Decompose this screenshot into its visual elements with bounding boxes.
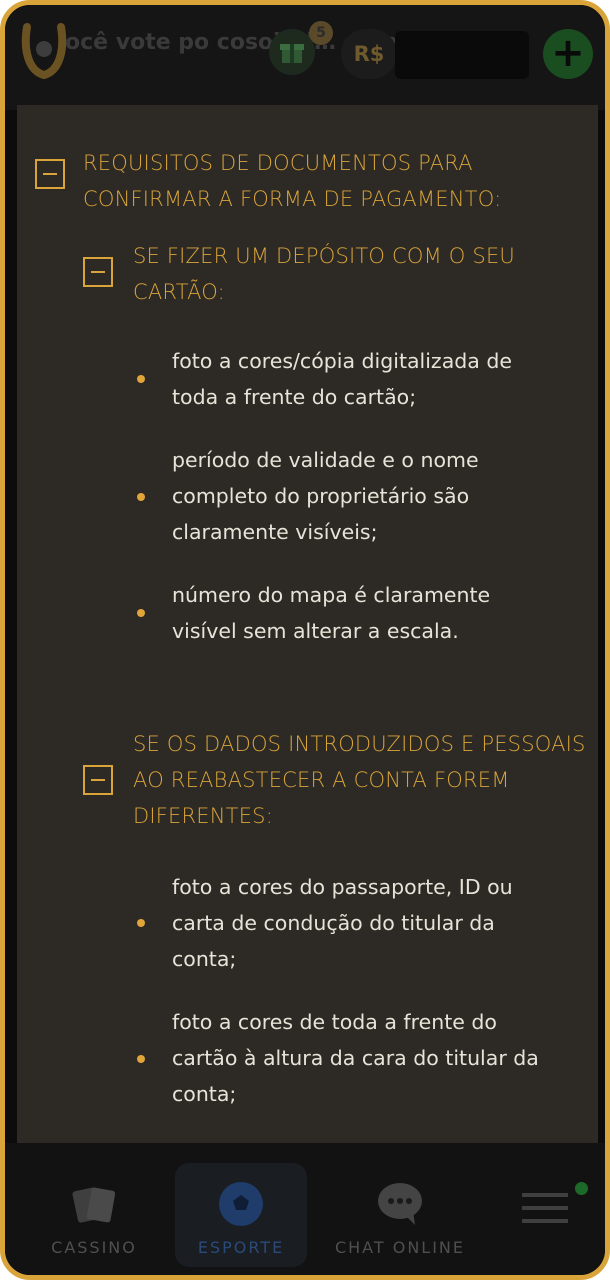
different-data-heading: SE OS DADOS INTRODUZIDOS E PESSOAIS AO R… — [133, 732, 586, 828]
document-requirements-panel: REQUISITOS DE DOCUMENTOS PARA CONFIRMAR … — [17, 105, 598, 1145]
currency-selector[interactable]: R$ — [341, 29, 397, 79]
menu-icon — [522, 1193, 568, 1223]
app-header: ocê vote po cosoiarl… ou passaporte, ID … — [5, 5, 605, 110]
gift-icon — [280, 44, 304, 63]
gift-button[interactable] — [269, 29, 315, 75]
soccer-ball-icon — [219, 1182, 263, 1226]
minus-square-icon[interactable] — [83, 765, 113, 795]
phone-frame: ocê vote po cosoiarl… ou passaporte, ID … — [0, 0, 610, 1280]
cards-icon — [72, 1187, 116, 1223]
bullet — [137, 375, 145, 383]
nav-chat[interactable]: CHAT ONLINE — [325, 1163, 475, 1267]
plus-icon: + — [551, 30, 585, 76]
bullet — [137, 493, 145, 501]
list-item: foto a cores/cópia digitalizada de toda … — [172, 349, 512, 409]
list-item: foto a cores do passaporte, ID ou carta … — [172, 875, 513, 971]
minus-square-icon[interactable] — [83, 257, 113, 287]
gift-count-badge: 5 — [309, 21, 333, 45]
minus-square-icon[interactable] — [35, 159, 65, 189]
nav-casino[interactable]: CASSINO — [19, 1163, 169, 1267]
bullet — [137, 1055, 145, 1063]
nav-menu[interactable] — [505, 1163, 585, 1267]
section-title: REQUISITOS DE DOCUMENTOS PARA CONFIRMAR … — [83, 151, 502, 211]
list-item: foto a cores de toda a frente do cartão … — [172, 1010, 539, 1106]
bottom-navigation: CASSINO ESPORTE CHAT ONLINE — [5, 1143, 605, 1275]
list-item: período de validade e o nome completo do… — [172, 448, 479, 544]
balance-field — [395, 31, 529, 79]
bullet — [137, 609, 145, 617]
card-deposit-heading: SE FIZER UM DEPÓSITO COM O SEU CARTÃO: — [133, 244, 515, 304]
bullet — [137, 919, 145, 927]
add-funds-button[interactable]: + — [543, 29, 593, 79]
horseshoe-logo-icon[interactable] — [19, 21, 69, 83]
list-item: número do mapa é claramente visível sem … — [172, 583, 491, 643]
chat-bubble-icon — [378, 1183, 422, 1225]
nav-sport[interactable]: ESPORTE — [175, 1163, 307, 1267]
online-status-dot — [575, 1182, 588, 1195]
